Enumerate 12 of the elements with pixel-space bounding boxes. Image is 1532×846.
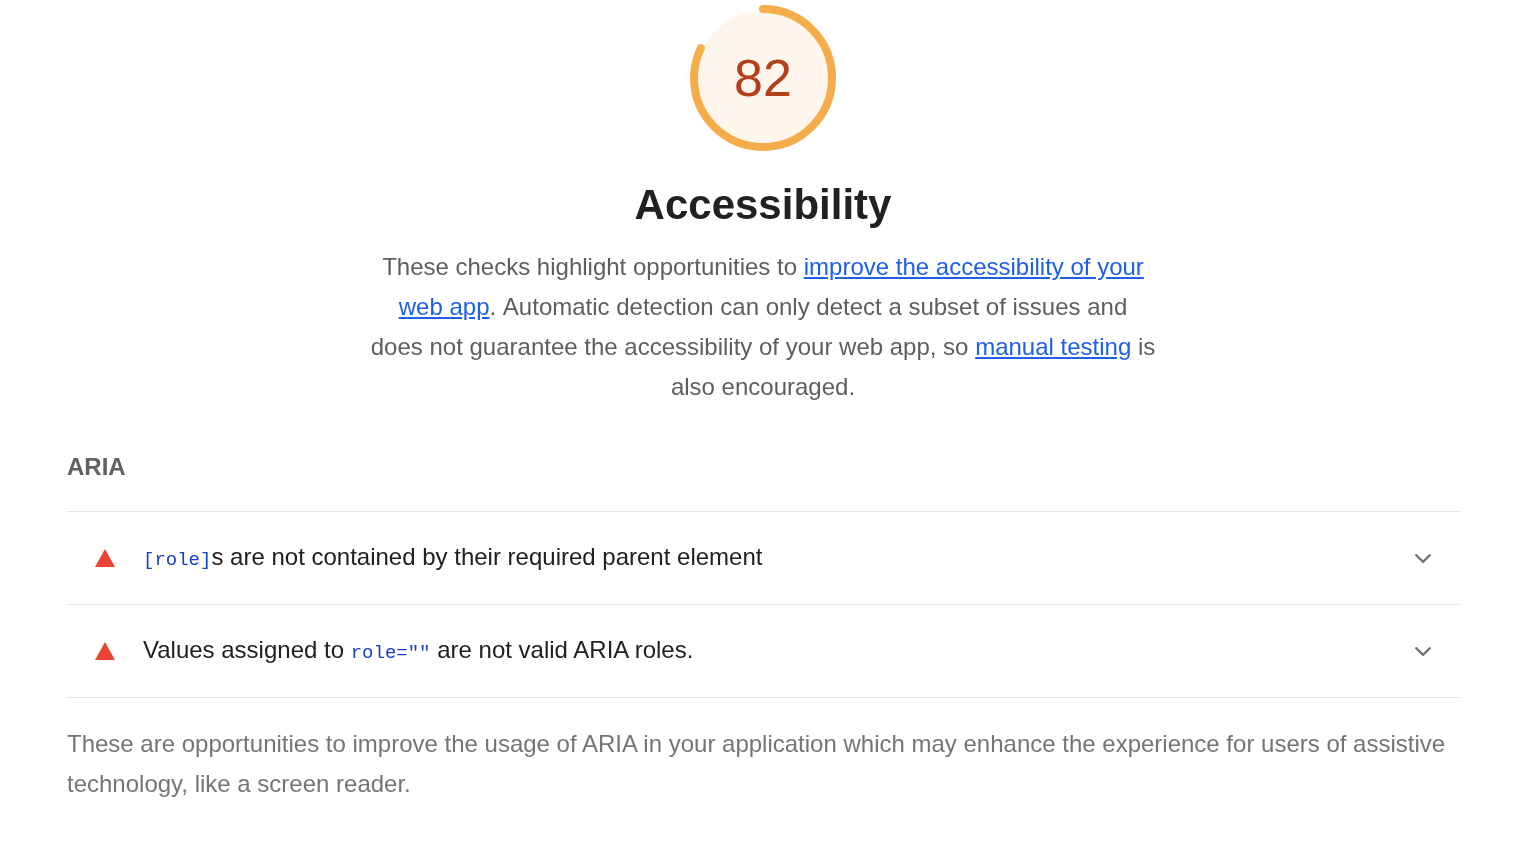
audit-title: [role]s are not contained by their required parent element xyxy=(143,541,763,573)
group-description: These are opportunities to improve the usage of ARIA in your application which may enhance the experience for users of assistive technology, like a screen reader. xyxy=(67,729,1447,799)
audit-title: Values assigned to role="" are not valid ARIA roles. xyxy=(143,634,694,666)
chevron-down-icon[interactable] xyxy=(1415,553,1431,563)
chevron-down-icon[interactable] xyxy=(1415,646,1431,656)
category-description: These checks highlight opportunities to improve the accessibility of your web app. Automatic detection can only detect a subset of issues and does not guarantee the accessibility of your web app, so manual testing is also encouraged. xyxy=(370,252,1156,402)
description-link[interactable]: improve the accessibility of your xyxy=(803,253,1144,280)
gauge-score: 82 xyxy=(734,52,792,104)
description-link[interactable]: web app xyxy=(398,293,490,320)
group-title: ARIA xyxy=(67,452,126,482)
category-title: Accessibility xyxy=(634,180,892,230)
description-link[interactable]: manual testing xyxy=(975,333,1132,360)
